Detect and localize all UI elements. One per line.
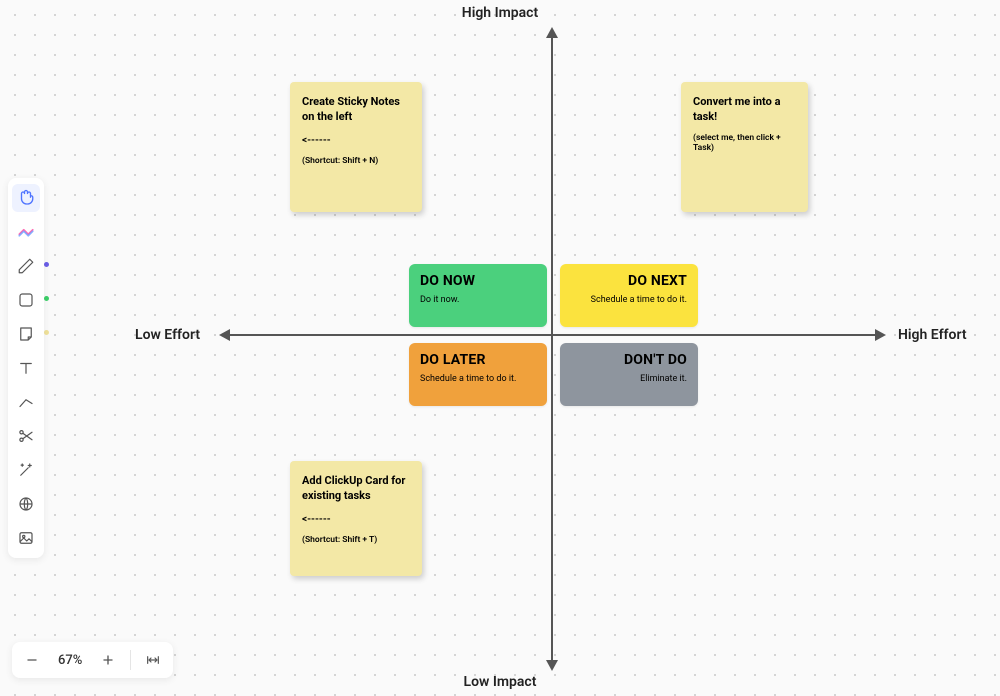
quadrant-sub: Do it now.	[420, 295, 536, 305]
pen-color-dot	[44, 262, 49, 267]
scissors-icon	[17, 427, 35, 445]
sticky-arrow: <------	[302, 135, 410, 146]
arrow-left-icon	[219, 329, 230, 341]
axis-label-right: High Effort	[898, 327, 967, 343]
magic-icon	[17, 461, 35, 479]
shape-icon	[17, 291, 35, 309]
text-tool[interactable]	[12, 354, 40, 382]
scissors-tool[interactable]	[12, 422, 40, 450]
minus-icon	[24, 652, 40, 668]
pen-icon	[17, 257, 35, 275]
note-tool[interactable]	[12, 320, 40, 348]
sticky-title: Add ClickUp Card for existing tasks	[302, 474, 410, 504]
sticky-sub: (Shortcut: Shift + N)	[302, 156, 410, 166]
image-icon	[17, 529, 35, 547]
fit-to-screen-button[interactable]	[139, 646, 167, 674]
axis-label-top: High Impact	[462, 5, 538, 21]
toolbar	[8, 178, 44, 558]
arrow-right-icon	[875, 329, 886, 341]
axis-label-left: Low Effort	[135, 327, 200, 343]
shape-color-dot	[44, 296, 49, 301]
zoom-out-button[interactable]	[18, 646, 46, 674]
zoom-controls: 67%	[12, 642, 173, 678]
hand-tool[interactable]	[12, 184, 40, 212]
quadrant-sub: Schedule a time to do it.	[420, 374, 536, 384]
image-tool[interactable]	[12, 524, 40, 552]
zigzag-tool[interactable]	[12, 218, 40, 246]
line-tool[interactable]	[12, 388, 40, 416]
fit-width-icon	[145, 652, 161, 668]
sticky-note[interactable]: Create Sticky Notes on the left <------ …	[290, 82, 422, 212]
axis-label-bottom: Low Impact	[464, 674, 537, 690]
arrow-down-icon	[546, 660, 558, 671]
quadrant-do-now[interactable]: DO NOW Do it now.	[409, 264, 547, 327]
vertical-axis	[551, 36, 553, 662]
quadrant-dont-do[interactable]: DON'T DO Eliminate it.	[560, 343, 698, 406]
separator	[130, 650, 131, 670]
zoom-in-button[interactable]	[94, 646, 122, 674]
sticky-title: Convert me into a task!	[693, 95, 796, 125]
text-icon	[17, 359, 35, 377]
shape-tool[interactable]	[12, 286, 40, 314]
pen-tool[interactable]	[12, 252, 40, 280]
quadrant-title: DO NEXT	[571, 273, 687, 289]
sticky-note[interactable]: Add ClickUp Card for existing tasks <---…	[290, 461, 422, 576]
sticky-title: Create Sticky Notes on the left	[302, 95, 410, 125]
line-icon	[17, 393, 35, 411]
zoom-level[interactable]: 67%	[50, 653, 90, 668]
sticky-sub: (Shortcut: Shift + T)	[302, 535, 410, 545]
quadrant-title: DON'T DO	[571, 352, 687, 368]
quadrant-do-next[interactable]: DO NEXT Schedule a time to do it.	[560, 264, 698, 327]
quadrant-title: DO NOW	[420, 273, 536, 289]
hand-icon	[17, 189, 35, 207]
plus-icon	[100, 652, 116, 668]
quadrant-sub: Schedule a time to do it.	[571, 295, 687, 305]
note-icon	[17, 325, 35, 343]
arrow-up-icon	[546, 27, 558, 38]
quadrant-title: DO LATER	[420, 352, 536, 368]
globe-tool[interactable]	[12, 490, 40, 518]
quadrant-sub: Eliminate it.	[571, 374, 687, 384]
globe-icon	[17, 495, 35, 513]
sticky-note[interactable]: Convert me into a task! (select me, then…	[681, 82, 808, 212]
zigzag-icon	[17, 223, 35, 241]
note-color-dot	[44, 330, 49, 335]
magic-tool[interactable]	[12, 456, 40, 484]
quadrant-do-later[interactable]: DO LATER Schedule a time to do it.	[409, 343, 547, 406]
sticky-arrow: <------	[302, 514, 410, 525]
sticky-sub: (select me, then click + Task)	[693, 133, 796, 153]
